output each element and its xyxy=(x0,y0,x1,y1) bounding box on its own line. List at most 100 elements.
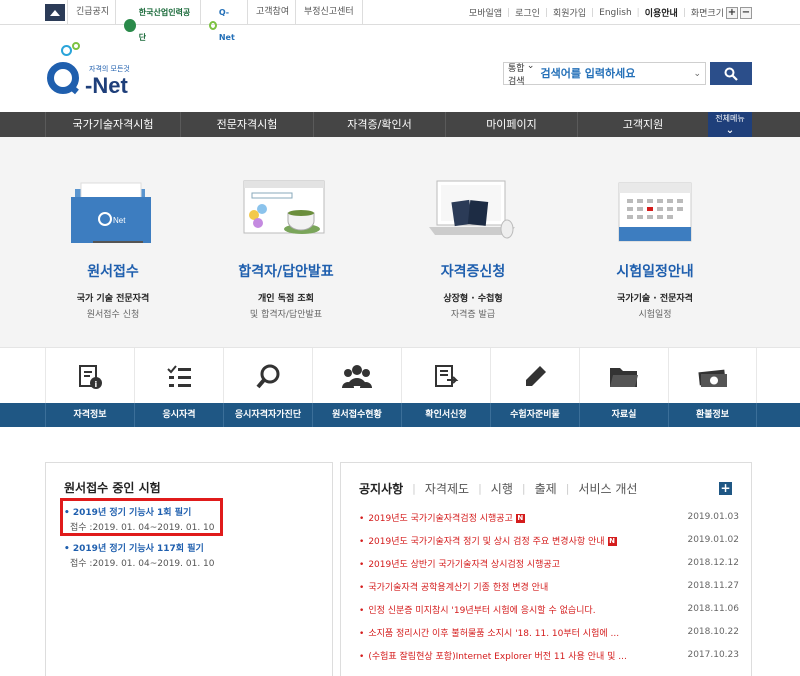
notice-tabs: 공지사항 | 자격제도 | 시행 | 출제 | 서비스 개선 xyxy=(359,480,646,497)
zoom-out-button[interactable]: − xyxy=(740,6,752,19)
search-category-label: 통합검색 xyxy=(508,63,525,87)
hrdk-link[interactable]: 한국산업인력공단 xyxy=(115,0,200,42)
quick-item-refund-info[interactable] xyxy=(668,348,757,405)
zoom-in-button[interactable]: + xyxy=(726,6,738,19)
hero-title: 자격증신청 xyxy=(440,264,506,280)
all-menu-button[interactable]: 전체메뉴 ⌄ xyxy=(708,112,752,137)
exam-name[interactable]: • 2019년 정기 기능사 1회 필기 xyxy=(64,505,215,518)
notice-item[interactable]: (수험표 잘림현상 포함)Internet Explorer 버전 11 사용 … xyxy=(359,648,739,662)
hero-card-schedule[interactable]: 시험일정안내 국가기술 · 전문자격 시험일정 xyxy=(575,137,735,320)
nav-mypage[interactable]: 마이페이지 xyxy=(445,112,577,137)
hero-sub2: 및 합격자/답안발표 xyxy=(249,310,323,320)
notice-item[interactable]: 국가기술자격 공학용계산기 기종 한정 변경 안내 2018.11.27 xyxy=(359,579,739,593)
fraud-report-link[interactable]: 부정신고센터 xyxy=(295,0,363,25)
emergency-notice-link[interactable]: 긴급공지 xyxy=(67,0,117,25)
quick-item-application-status[interactable] xyxy=(312,348,401,405)
svg-text:i: i xyxy=(95,380,98,389)
chevron-down-icon: ⌄ xyxy=(725,125,735,136)
quick-item-qualification-info[interactable]: i xyxy=(45,348,134,405)
quick-label[interactable]: 자료실 xyxy=(579,403,668,427)
hero-card-certificate[interactable]: 자격증신청 상장형 · 수첩형 자격증 발급 xyxy=(393,137,553,320)
nav-customer-support[interactable]: 고객지원 xyxy=(577,112,708,137)
hero-card-results[interactable]: 합격자/답안발표 개인 독점 조회 및 합격자/답안발표 xyxy=(206,137,366,320)
hero-sub2: 시험일정 xyxy=(638,310,672,320)
search-input[interactable] xyxy=(540,67,694,80)
quick-item-archive[interactable] xyxy=(579,348,668,405)
people-icon xyxy=(342,364,372,388)
notice-item[interactable]: 2019년도 국가기술자격검정 시행공고N 2019.01.03 xyxy=(359,510,739,524)
open-exams-panel: 원서접수 중인 시험 • 2019년 정기 기능사 1회 필기 접수 :2019… xyxy=(45,462,333,676)
quick-label[interactable]: 수험자준비물 xyxy=(490,403,579,427)
nav-national-tech-exam[interactable]: 국가기술자격시험 xyxy=(45,112,180,137)
signup-link[interactable]: 회원가입 xyxy=(553,6,586,19)
browser-cup-illustration-icon xyxy=(236,175,336,247)
notice-date: 2017.10.23 xyxy=(687,650,739,660)
customer-participation-link[interactable]: 고객참여 xyxy=(247,0,297,25)
qnet-link[interactable]: Q-Net xyxy=(200,0,247,42)
tab-implementation[interactable]: 시행 xyxy=(482,480,522,497)
open-exams-title: 원서접수 중인 시험 xyxy=(64,481,161,495)
quick-item-examinee-items[interactable] xyxy=(490,348,579,405)
quick-item-self-diagnosis[interactable] xyxy=(223,348,312,405)
exam-item[interactable]: • 2019년 정기 기능사 1회 필기 접수 :2019. 01. 04~20… xyxy=(64,505,215,533)
quick-label[interactable]: 응시자격 xyxy=(134,403,223,427)
notice-title[interactable]: 인정 신분증 미지참시 '19년부터 시험에 응시할 수 없습니다. xyxy=(359,603,659,616)
tab-question-setting[interactable]: 출제 xyxy=(526,480,566,497)
hero-title: 합격자/답안발표 xyxy=(238,264,334,280)
tab-qualification-system[interactable]: 자격제도 xyxy=(416,480,478,497)
main-nav: 국가기술자격시험 전문자격시험 자격증/확인서 마이페이지 고객지원 xyxy=(0,112,800,137)
new-badge: N xyxy=(515,513,525,523)
quick-item-confirmation-request[interactable] xyxy=(401,348,490,405)
home-icon[interactable] xyxy=(45,4,65,21)
nav-professional-exam[interactable]: 전문자격시험 xyxy=(180,112,313,137)
certificate-icon xyxy=(435,364,459,387)
notice-title[interactable]: 국가기술자격 공학용계산기 기종 한정 변경 안내 xyxy=(359,580,659,593)
top-links: 모바일앱 | 로그인 | 회원가입 | English | 이용안내 | 화면크기 + − xyxy=(468,6,752,19)
guide-link[interactable]: 이용안내 xyxy=(645,6,678,19)
chevron-down-icon[interactable]: ⌄ xyxy=(693,69,705,79)
notice-item[interactable]: 소지품 정리시간 이후 불허물품 소지시 '18. 11. 10부터 시험에 .… xyxy=(359,625,739,639)
english-link[interactable]: English xyxy=(599,8,632,18)
quick-item-eligibility[interactable] xyxy=(134,348,223,405)
quick-label[interactable]: 확인서신청 xyxy=(401,403,490,427)
new-badge: N xyxy=(607,536,617,546)
notice-item[interactable]: 2019년도 국가기술자격 정기 및 상시 검정 주요 변경사항 안내N 201… xyxy=(359,533,739,547)
notice-title[interactable]: 2019년도 국가기술자격 정기 및 상시 검정 주요 변경사항 안내N xyxy=(359,534,659,547)
notice-date: 2019.01.02 xyxy=(687,535,739,545)
logo-bubble-icon xyxy=(72,42,80,50)
quick-label[interactable]: 자격정보 xyxy=(45,403,134,427)
notice-panel: 공지사항| 자격제도| 시행| 출제| 서비스 개선 + 2019년도 국가기술… xyxy=(340,462,752,676)
more-plus-button[interactable]: + xyxy=(719,482,732,495)
qnet-small-label: Q-Net xyxy=(218,8,235,42)
hero-sub: 개인 독점 조회 xyxy=(258,294,314,304)
logo-text: -Net xyxy=(85,73,128,98)
quick-label[interactable]: 원서접수현황 xyxy=(312,403,401,427)
search-button[interactable] xyxy=(710,62,752,85)
calendar-illustration-icon xyxy=(605,175,705,247)
tab-service-improvement[interactable]: 서비스 개선 xyxy=(569,480,646,497)
search-category-select[interactable]: 통합검색 ⌄ xyxy=(504,61,540,87)
notice-title[interactable]: 2019년도 상반기 국가기술자격 상시검정 시행공고 xyxy=(359,557,659,570)
hero-section: Net 원서접수 국가 기술 전문자격 원서접수 신청 합격자/답안발표 개인 … xyxy=(0,137,800,347)
document-info-icon: i xyxy=(79,364,102,389)
nav-certificate[interactable]: 자격증/확인서 xyxy=(313,112,445,137)
exam-name[interactable]: • 2019년 정기 기능사 117회 필기 xyxy=(64,541,215,554)
notice-item[interactable]: 2019년도 상반기 국가기술자격 상시검정 시행공고 2018.12.12 xyxy=(359,556,739,570)
login-link[interactable]: 로그인 xyxy=(515,6,540,19)
quick-label[interactable]: 응시자격자가진단 xyxy=(223,403,312,427)
mobile-app-link[interactable]: 모바일앱 xyxy=(469,6,502,19)
quick-label-row: 자격정보 응시자격 응시자격자가진단 원서접수현황 확인서신청 수험자준비물 자… xyxy=(0,403,800,427)
qnet-logo[interactable]: 자격의 모든것 -Net xyxy=(47,42,137,102)
quick-label[interactable]: 환불정보 xyxy=(668,403,757,427)
exam-item[interactable]: • 2019년 정기 기능사 117회 필기 접수 :2019. 01. 04~… xyxy=(64,541,215,569)
exam-period: 접수 :2019. 01. 04~2019. 01. 10 xyxy=(70,523,215,533)
top-utility-bar: 긴급공지 한국산업인력공단 Q-Net 고객참여 부정신고센터 모바일앱 | 로그… xyxy=(0,0,800,42)
tab-notices[interactable]: 공지사항 xyxy=(359,480,412,497)
hero-card-application[interactable]: Net 원서접수 국가 기술 전문자격 원서접수 신청 xyxy=(33,137,193,320)
notice-title[interactable]: (수험표 잘림현상 포함)Internet Explorer 버전 11 사용 … xyxy=(359,649,659,662)
svg-text:Net: Net xyxy=(113,216,126,225)
notice-title[interactable]: 소지품 정리시간 이후 불허물품 소지시 '18. 11. 10부터 시험에 .… xyxy=(359,626,659,639)
notice-title[interactable]: 2019년도 국가기술자격검정 시행공고N xyxy=(359,511,659,524)
pencil-icon xyxy=(526,365,546,386)
notice-item[interactable]: 인정 신분증 미지참시 '19년부터 시험에 응시할 수 없습니다. 2018.… xyxy=(359,602,739,616)
